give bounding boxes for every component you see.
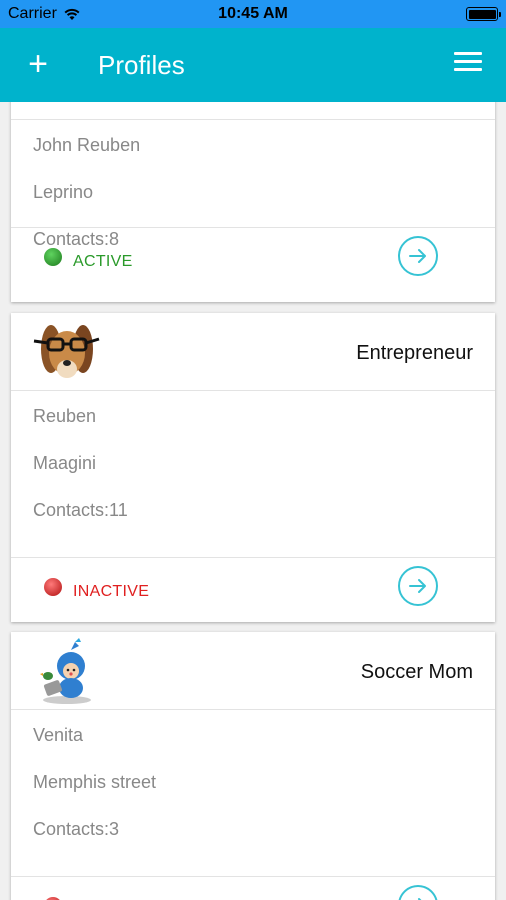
status-bar: Carrier 10:45 AM — [0, 0, 506, 28]
profile-company: Leprino — [33, 182, 94, 202]
profile-list[interactable]: John Reuben Leprino Contacts:8 ACTIVE En… — [0, 102, 506, 900]
profile-contacts: Contacts:11 — [33, 500, 128, 520]
profile-card-footer: ACTIVE — [11, 227, 495, 292]
battery-icon — [466, 7, 501, 21]
open-profile-arrow-icon[interactable] — [398, 885, 438, 900]
status-badge: ACTIVE — [73, 253, 133, 270]
status-dot-icon — [44, 248, 62, 266]
dog-with-glasses-icon — [33, 325, 100, 378]
profile-name: Venita — [33, 725, 84, 745]
profile-name: Reuben — [33, 406, 97, 426]
hamburger-menu-icon[interactable] — [454, 52, 482, 74]
profile-company: Maagini — [33, 453, 97, 473]
nav-bar: + Profiles — [0, 28, 506, 102]
profile-card-footer — [11, 876, 495, 900]
profile-card-footer: INACTIVE — [11, 557, 495, 622]
profile-details: Venita Memphis street Contacts:3 — [11, 710, 495, 864]
profile-details: Reuben Maagini Contacts:11 — [11, 391, 495, 545]
cartoon-kid-with-laptop-icon — [40, 638, 91, 704]
open-profile-arrow-icon[interactable] — [398, 236, 438, 276]
profile-card: Entrepreneur Reuben Maagini Contacts:11 … — [11, 313, 495, 622]
profile-card: John Reuben Leprino Contacts:8 ACTIVE — [11, 102, 495, 302]
status-dot-icon — [44, 578, 62, 596]
open-profile-arrow-icon[interactable] — [398, 566, 438, 606]
profile-card-header — [11, 102, 495, 120]
profile-name: John Reuben — [33, 135, 141, 155]
profile-title: Soccer Mom — [360, 661, 473, 683]
page-title: Profiles — [98, 50, 185, 80]
profile-card: Soccer Mom Venita Memphis street Contact… — [11, 632, 495, 900]
status-badge: INACTIVE — [73, 583, 150, 600]
add-profile-button[interactable]: + — [22, 46, 54, 82]
profile-title: Entrepreneur — [356, 342, 473, 364]
clock: 10:45 AM — [218, 5, 288, 22]
profile-card-header: Entrepreneur — [11, 313, 495, 391]
profile-card-header: Soccer Mom — [11, 632, 495, 710]
profile-address: Memphis street — [33, 772, 157, 792]
profile-contacts: Contacts:3 — [33, 819, 120, 839]
